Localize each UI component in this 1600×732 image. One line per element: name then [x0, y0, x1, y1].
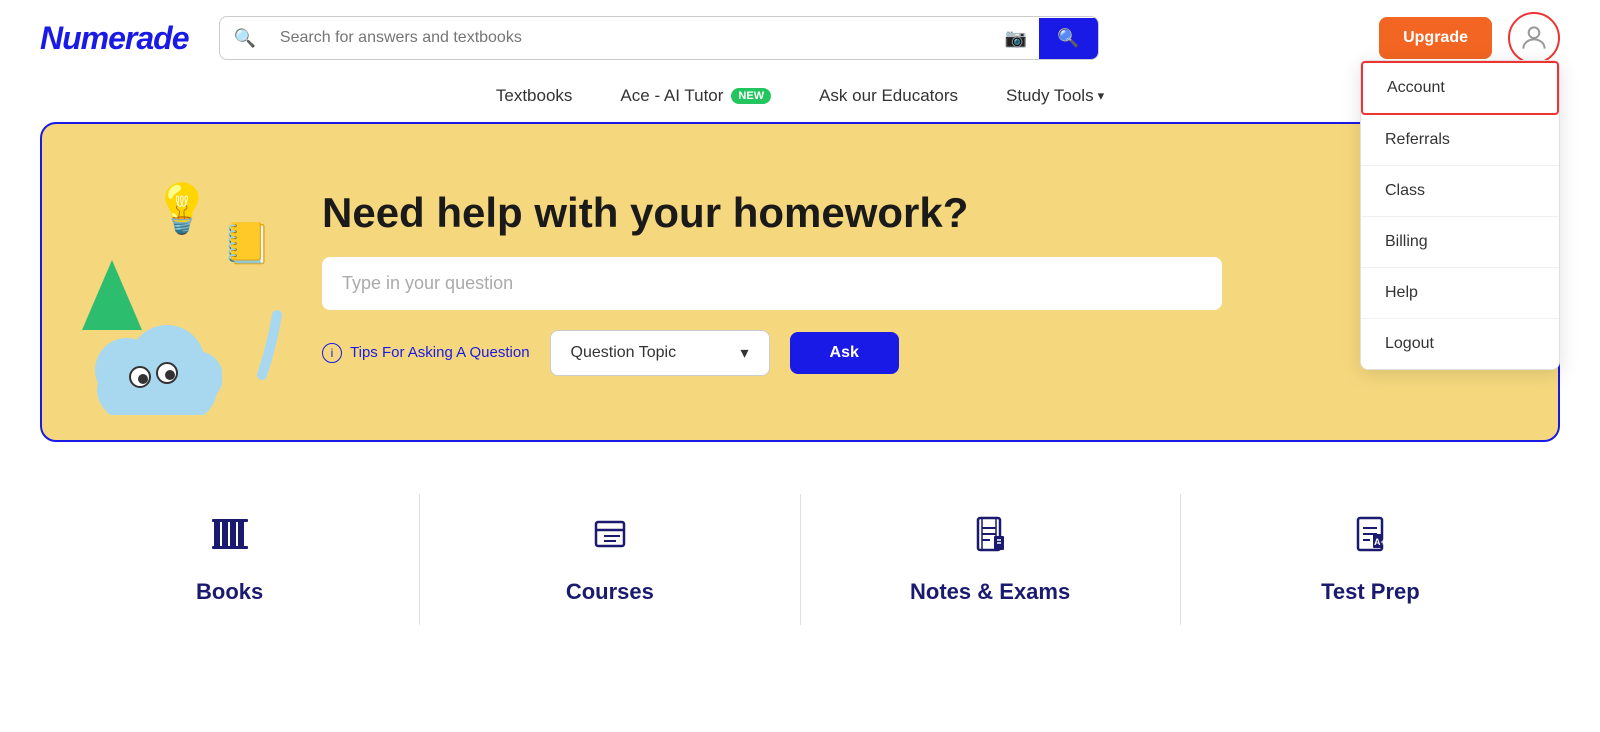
- account-dropdown: Account Referrals Class Billing Help Log…: [1360, 60, 1560, 370]
- category-test-prep[interactable]: A+ Test Prep: [1181, 494, 1560, 625]
- books-label: Books: [196, 579, 263, 605]
- category-courses[interactable]: Courses: [420, 494, 800, 625]
- bulb-icon: 💡: [152, 180, 212, 237]
- header-right: Upgrade: [1379, 12, 1560, 64]
- ask-button[interactable]: Ask: [790, 332, 899, 374]
- hero-actions: i Tips For Asking A Question Question To…: [322, 330, 1498, 376]
- courses-icon: [590, 514, 630, 563]
- info-icon: i: [322, 343, 342, 363]
- search-icon: 🔍: [220, 28, 264, 49]
- category-notes-exams[interactable]: Notes & Exams: [801, 494, 1181, 625]
- character-illustration: 💡 📒: [72, 160, 292, 420]
- camera-button[interactable]: 📷: [993, 18, 1039, 59]
- category-books[interactable]: Books: [40, 494, 420, 625]
- dropdown-account[interactable]: Account: [1361, 61, 1559, 115]
- nav-ace-ai[interactable]: Ace - AI Tutor NEW: [620, 86, 771, 106]
- chevron-down-icon: ▾: [1098, 88, 1105, 104]
- hero-section: 💡 📒: [40, 122, 1560, 442]
- dropdown-logout[interactable]: Logout: [1361, 319, 1559, 369]
- notebook-icon: 📒: [222, 220, 272, 267]
- tips-label: Tips For Asking A Question: [350, 344, 530, 361]
- notes-icon: [970, 514, 1010, 563]
- dropdown-class[interactable]: Class: [1361, 166, 1559, 217]
- bottom-categories: Books Courses Notes & Ex: [0, 454, 1600, 625]
- search-bar: 🔍 📷 🔍: [219, 16, 1099, 60]
- notes-label: Notes & Exams: [910, 579, 1070, 605]
- books-icon: [210, 514, 250, 563]
- hero-title: Need help with your homework?: [322, 189, 1498, 237]
- upgrade-button[interactable]: Upgrade: [1379, 17, 1492, 59]
- topic-dropdown[interactable]: Question Topic ▾: [550, 330, 770, 376]
- test-prep-label: Test Prep: [1321, 579, 1420, 605]
- topic-chevron-icon: ▾: [741, 343, 749, 363]
- svg-text:A+: A+: [1374, 537, 1386, 547]
- new-badge: NEW: [731, 88, 771, 104]
- search-submit-button[interactable]: 🔍: [1039, 18, 1097, 59]
- dropdown-referrals[interactable]: Referrals: [1361, 115, 1559, 166]
- logo[interactable]: Numerade: [40, 20, 189, 57]
- topic-label: Question Topic: [571, 344, 677, 362]
- dropdown-help[interactable]: Help: [1361, 268, 1559, 319]
- nav-study-tools[interactable]: Study Tools ▾: [1006, 86, 1104, 106]
- tips-link[interactable]: i Tips For Asking A Question: [322, 343, 530, 363]
- hero-question-input[interactable]: Type in your question: [322, 257, 1222, 310]
- nav-textbooks[interactable]: Textbooks: [496, 86, 573, 106]
- test-prep-icon: A+: [1350, 514, 1390, 563]
- search-input[interactable]: [264, 17, 993, 59]
- nav-ask-educators[interactable]: Ask our Educators: [819, 86, 958, 106]
- cloud-body: [92, 305, 222, 420]
- dropdown-billing[interactable]: Billing: [1361, 217, 1559, 268]
- user-icon: [1518, 22, 1550, 54]
- arm: [242, 305, 282, 390]
- avatar-button[interactable]: [1508, 12, 1560, 64]
- courses-label: Courses: [566, 579, 654, 605]
